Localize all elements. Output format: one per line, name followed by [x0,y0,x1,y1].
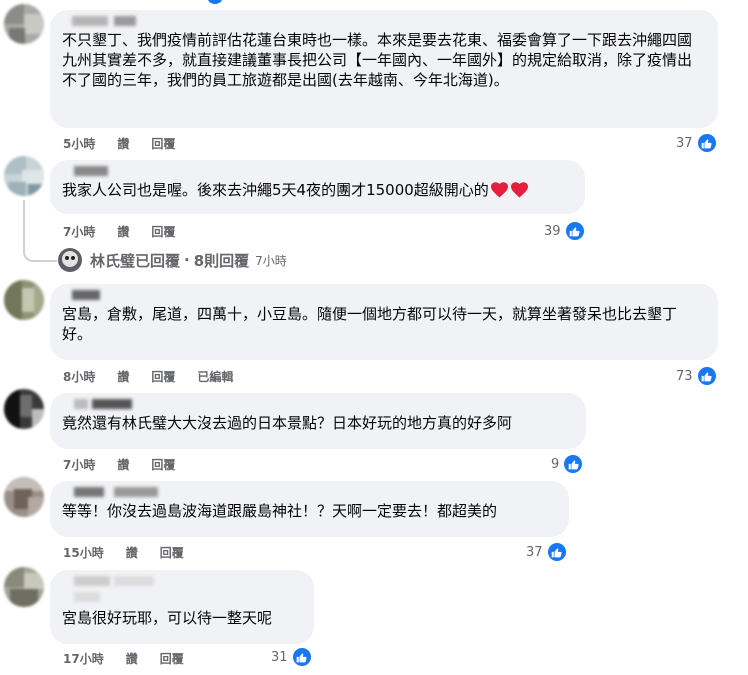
reaction-summary[interactable]: 73 [676,365,718,387]
reply-button[interactable]: 回覆 [151,225,175,239]
reply-time: 7小時 [255,253,287,268]
like-icon-partial [208,0,222,4]
reaction-summary[interactable]: 37 [526,541,568,563]
comment-time[interactable]: 8小時 [63,370,95,384]
author-name-blurred[interactable] [62,284,706,304]
heart-emojis [490,182,528,198]
comment-time[interactable]: 7小時 [63,458,95,472]
comment-time[interactable]: 5小時 [63,137,95,151]
comment-text: 宮島，倉敷，尾道，四萬十，小豆島。隨便一個地方都可以待一天，就算坐著發呆也比去墾… [62,305,678,343]
comment-bubble: 等等！你沒去過島波海道跟嚴島神社！？天啊一定要去！都超美的 [50,481,569,537]
edited-label: 已編輯 [197,370,234,384]
comment-actions: 7小時 讚 回覆 [63,456,197,473]
comment-bubble: 宮島，倉敷，尾道，四萬十，小豆島。隨便一個地方都可以待一天，就算坐著發呆也比去墾… [50,284,718,360]
reaction-count: 73 [676,368,693,384]
like-button[interactable]: 讚 [126,546,138,560]
thumbs-up-icon [695,365,718,387]
author-name-blurred[interactable] [62,481,557,501]
reaction-summary[interactable]: 31 [271,646,313,668]
thumbs-up-icon [545,541,568,563]
comment-actions: 5小時 讚 回覆 [63,135,197,152]
reaction-summary[interactable]: 39 [544,220,586,242]
reaction-summary[interactable]: 37 [676,132,718,154]
reaction-count: 39 [544,223,561,239]
comment-bubble: 不只墾丁、我們疫情前評估花蓮台東時也一樣。本來是要去花東、福委會算了一下跟去沖繩… [50,10,718,128]
thumbs-up-icon [290,646,313,668]
comment-text: 不只墾丁、我們疫情前評估花蓮台東時也一樣。本來是要去花東、福委會算了一下跟去沖繩… [62,31,693,89]
heart-icon [490,182,508,198]
author-name-blurred[interactable] [62,10,706,30]
comment-actions: 15小時 讚 回覆 [63,544,206,561]
comment-text: 等等！你沒去過島波海道跟嚴島神社！？天啊一定要去！都超美的 [62,502,498,520]
comment-text: 我家人公司也是喔。後來去沖繩5天4夜的團才15000超級開心的 [62,181,489,199]
heart-icon [510,182,528,198]
reply-button[interactable]: 回覆 [160,652,184,666]
author-avatar [58,248,82,272]
comment-time[interactable]: 17小時 [63,652,104,666]
avatar[interactable] [4,567,44,607]
like-button[interactable]: 讚 [126,652,138,666]
reply-button[interactable]: 回覆 [151,458,175,472]
reply-button[interactable]: 回覆 [151,137,175,151]
thumbs-up-icon [695,132,718,154]
comment-time[interactable]: 7小時 [63,225,95,239]
thread-connector [23,200,57,262]
avatar[interactable] [4,477,44,517]
reaction-count: 31 [271,649,288,665]
comment-bubble: 我家人公司也是喔。後來去沖繩5天4夜的團才15000超級開心的 [50,160,585,214]
reply-separator: · [184,251,190,269]
like-button[interactable]: 讚 [117,225,129,239]
author-name-blurred[interactable] [62,570,302,608]
thumbs-up-icon [563,220,586,242]
reply-button[interactable]: 回覆 [151,370,175,384]
reply-author-label: 林氏璧已回覆 [90,251,181,270]
comment-actions: 8小時 讚 回覆 已編輯 [63,368,255,385]
avatar[interactable] [4,156,44,196]
like-button[interactable]: 讚 [117,458,129,472]
reply-summary[interactable]: 林氏璧已回覆 · 8則回覆 7小時 [58,248,287,272]
author-name-blurred[interactable] [62,393,574,413]
comment-actions: 7小時 讚 回覆 [63,223,197,240]
comment-bubble: 宮島很好玩耶，可以待一整天呢 [50,570,314,644]
reply-button[interactable]: 回覆 [160,546,184,560]
comment-time[interactable]: 15小時 [63,546,104,560]
comment-text: 宮島很好玩耶，可以待一整天呢 [62,609,273,627]
reaction-count: 37 [526,544,543,560]
reaction-count: 9 [551,456,560,472]
reaction-count: 37 [676,135,693,151]
comment-text: 竟然還有林氏璧大大沒去過的日本景點？日本好玩的地方真的好多阿 [62,414,513,432]
avatar[interactable] [4,389,44,429]
like-button[interactable]: 讚 [117,370,129,384]
comment-bubble: 竟然還有林氏璧大大沒去過的日本景點？日本好玩的地方真的好多阿 [50,393,586,449]
avatar[interactable] [4,280,44,320]
reaction-summary[interactable]: 9 [551,453,585,475]
reply-count: 8則回覆 [193,251,250,270]
thumbs-up-icon [562,453,585,475]
avatar[interactable] [4,4,44,44]
author-name-blurred[interactable] [62,160,573,180]
comment-actions: 17小時 讚 回覆 [63,650,206,667]
like-button[interactable]: 讚 [117,137,129,151]
